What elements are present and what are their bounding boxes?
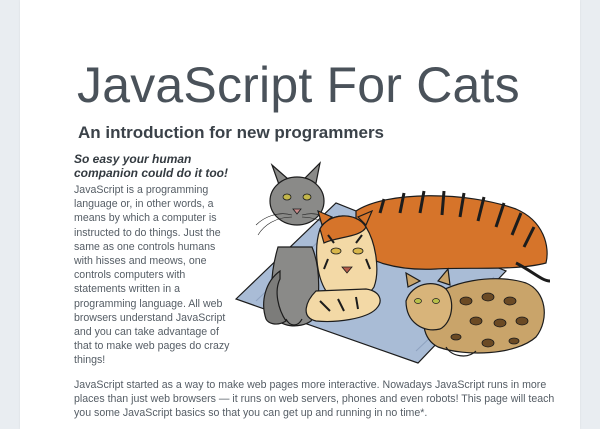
intro-paragraph: JavaScript is a programming language or,…: [74, 184, 230, 367]
page-subtitle: An introduction for new programmers: [78, 123, 385, 142]
cats-illustration-icon: [234, 161, 551, 364]
page-content: JavaScript For Cats An introduction for …: [20, 0, 580, 429]
body-paragraph: JavaScript started as a way to make web …: [74, 379, 555, 420]
page-title: JavaScript For Cats: [77, 57, 520, 113]
